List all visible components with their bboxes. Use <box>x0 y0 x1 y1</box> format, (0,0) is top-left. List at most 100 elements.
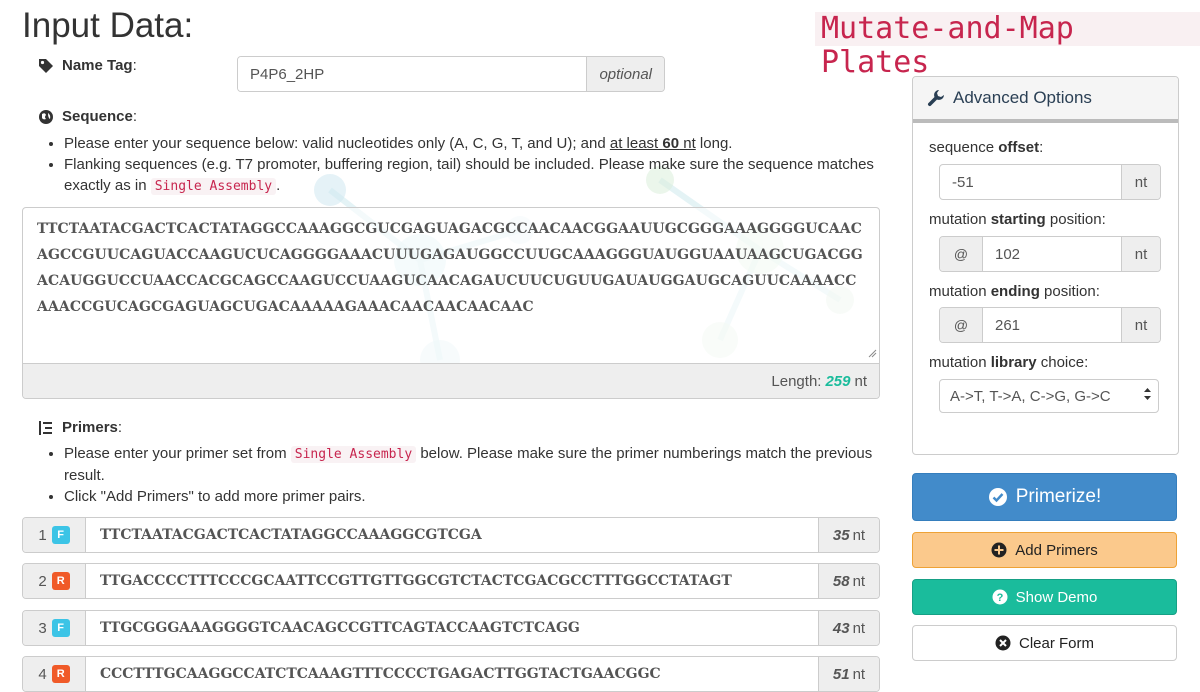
end-position-input[interactable]: 261 <box>983 308 1121 342</box>
single-assembly-code-2: Single Assembly <box>290 446 417 463</box>
primers-label-text: Primers <box>62 419 118 436</box>
show-demo-label: Show Demo <box>1015 588 1098 606</box>
sequence-label-text: Sequence <box>62 108 133 125</box>
end-input-group: @ 261 nt <box>939 307 1161 343</box>
min-length-unit: nt <box>679 135 696 152</box>
name-tag-optional-addon: optional <box>586 57 664 91</box>
start-label-pre: mutation <box>929 211 991 228</box>
start-position-input[interactable]: 102 <box>983 237 1121 271</box>
length-unit: nt <box>854 372 867 390</box>
offset-unit: nt <box>1121 165 1160 199</box>
sequence-note-1-end: long. <box>695 135 733 152</box>
primer-row: 2R TTGACCCCTTTCCCGCAATTCCGTTGTTGGCGTCTAC… <box>22 563 880 599</box>
forward-badge: F <box>51 619 70 637</box>
primer-length: 43 nt <box>818 611 879 645</box>
library-select[interactable]: A->T, T->A, C->G, G->C <box>939 379 1159 413</box>
name-tag-input[interactable] <box>238 57 587 91</box>
check-circle-icon <box>988 487 1008 507</box>
resize-grip-icon[interactable] <box>867 348 877 358</box>
brand-logo-text: Mutate-and-Map Plates <box>815 12 1200 80</box>
end-label-post: position: <box>1039 283 1100 300</box>
advanced-options-title: Advanced Options <box>953 88 1092 107</box>
plus-circle-icon <box>991 542 1007 558</box>
list-tree-icon <box>38 420 54 436</box>
library-label-pre: mutation <box>929 354 991 371</box>
offset-input-group: -51 nt <box>939 164 1161 200</box>
primers-colon: : <box>117 419 123 436</box>
primers-label: Primers: <box>38 419 122 436</box>
question-circle-icon: ? <box>992 589 1008 605</box>
advanced-options-header[interactable]: Advanced Options <box>913 77 1178 123</box>
forward-badge: F <box>51 526 70 544</box>
end-label-pre: mutation <box>929 283 991 300</box>
primer-number: 3F <box>23 611 86 645</box>
show-demo-button[interactable]: ? Show Demo <box>912 579 1177 615</box>
sequence-notes: Please enter your sequence below: valid … <box>22 133 914 197</box>
clear-form-button[interactable]: Clear Form <box>912 625 1177 661</box>
single-assembly-code: Single Assembly <box>150 178 277 195</box>
start-label: mutation starting position: <box>929 211 1106 228</box>
sequence-textarea-box: TTCTAATACGACTCACTATAGGCCAAAGGCGUCGAGUAGA… <box>22 207 880 399</box>
name-tag-label-text: Name Tag <box>62 57 133 74</box>
primer-number: 4R <box>23 657 86 691</box>
end-at-prefix: @ <box>940 308 983 342</box>
add-primers-button[interactable]: Add Primers <box>912 532 1177 568</box>
clear-form-label: Clear Form <box>1018 634 1094 652</box>
primer-sequence-input[interactable]: CCCTTTGCAAGGCCATCTCAAAGTTTCCCCTGAGACTTGG… <box>86 657 818 691</box>
reverse-badge: R <box>51 572 70 590</box>
primer-length-value: 35 <box>832 526 850 544</box>
primer-row: 4R CCCTTTGCAAGGCCATCTCAAAGTTTCCCCTGAGACT… <box>22 656 880 692</box>
library-select-value: A->T, T->A, C->G, G->C <box>950 387 1111 405</box>
name-tag-colon: : <box>132 57 137 74</box>
start-label-post: position: <box>1045 211 1106 228</box>
offset-label-post: : <box>1039 139 1044 156</box>
library-label-post: choice: <box>1036 354 1089 371</box>
sequence-colon: : <box>132 108 138 125</box>
end-label: mutation ending position: <box>929 283 1100 300</box>
sequence-length-footer: Length: 259 nt <box>23 363 879 398</box>
advanced-options-panel: Advanced Options sequence offset: -51 nt… <box>912 76 1179 455</box>
primer-sequence-input[interactable]: TTCTAATACGACTCACTATAGGCCAAAGGCGTCGA <box>86 518 818 552</box>
offset-label: sequence offset: <box>929 139 1043 156</box>
svg-text:?: ? <box>996 592 1003 604</box>
offset-label-pre: sequence <box>929 139 999 156</box>
length-value: 259 <box>825 372 851 390</box>
primers-note-2: Click "Add Primers" to add more primer p… <box>64 486 914 507</box>
globe-icon <box>38 109 54 125</box>
page-title: Input Data: <box>22 6 194 45</box>
start-label-bold: starting <box>990 211 1046 228</box>
primer-row: 1F TTCTAATACGACTCACTATAGGCCAAAGGCGTCGA 3… <box>22 517 880 553</box>
primerize-button[interactable]: Primerize! <box>912 473 1177 521</box>
start-at-prefix: @ <box>940 237 983 271</box>
primer-length: 58 nt <box>818 564 879 598</box>
start-input-group: @ 102 nt <box>939 236 1161 272</box>
sequence-note-1-min-length: at least 60 nt <box>610 135 696 152</box>
primers-note-1-text: Please enter your primer set from <box>64 445 291 462</box>
end-label-bold: ending <box>990 283 1040 300</box>
primer-number: 1F <box>23 518 86 552</box>
primer-row: 3F TTGCGGGAAAGGGGTCAACAGCCGTTCAGTACCAAGT… <box>22 610 880 646</box>
sequence-label: Sequence: <box>38 108 137 125</box>
primer-sequence-input[interactable]: TTGACCCCTTTCCCGCAATTCCGTTGTTGGCGTCTACTCG… <box>86 564 818 598</box>
sequence-textarea[interactable]: TTCTAATACGACTCACTATAGGCCAAAGGCGUCGAGUAGA… <box>23 208 879 353</box>
primers-note-1: Please enter your primer set from Single… <box>64 443 914 486</box>
primer-index: 3 <box>38 619 47 637</box>
primer-length-unit: nt <box>852 572 866 590</box>
offset-label-bold: offset <box>998 139 1040 156</box>
select-updown-icon <box>1143 387 1152 405</box>
tag-icon <box>38 58 54 74</box>
min-length-value: 60 <box>662 135 680 152</box>
primer-sequence-input[interactable]: TTGCGGGAAAGGGGTCAACAGCCGTTCAGTACCAAGTCTC… <box>86 611 818 645</box>
wrench-icon <box>927 89 945 107</box>
primer-length-value: 58 <box>832 572 850 590</box>
primer-number: 2R <box>23 564 86 598</box>
primer-index: 2 <box>38 572 47 590</box>
primer-length: 35 nt <box>818 518 879 552</box>
sequence-note-1-text: Please enter your sequence below: valid … <box>64 135 610 152</box>
end-unit: nt <box>1121 308 1160 342</box>
min-length-prefix: at least <box>609 135 663 152</box>
primer-length-value: 43 <box>832 619 850 637</box>
sequence-note-2: Flanking sequences (e.g. T7 promoter, bu… <box>64 154 914 197</box>
name-tag-input-group: optional <box>237 56 665 92</box>
offset-input[interactable]: -51 <box>940 165 1121 199</box>
